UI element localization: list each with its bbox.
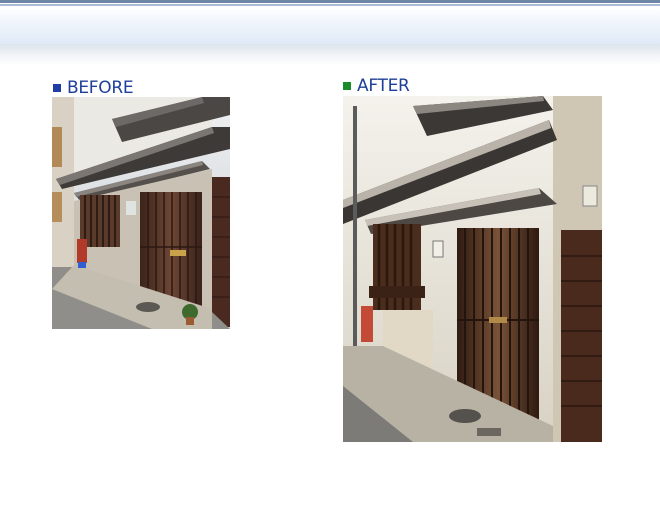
before-heading: BEFORE [53,78,134,98]
after-bullet-square-icon [343,82,351,90]
after-house-illustration [343,96,602,442]
before-house-illustration [52,97,230,329]
header-band [0,8,660,44]
after-heading: AFTER [343,76,410,96]
before-bullet-square-icon [53,84,61,92]
after-photo [343,96,602,442]
header-rule-light [0,4,660,6]
before-label-text: BEFORE [67,78,134,98]
header-rule-dark [0,0,660,3]
before-photo [52,97,230,329]
header-shadow [0,44,660,66]
after-label-text: AFTER [357,76,410,96]
